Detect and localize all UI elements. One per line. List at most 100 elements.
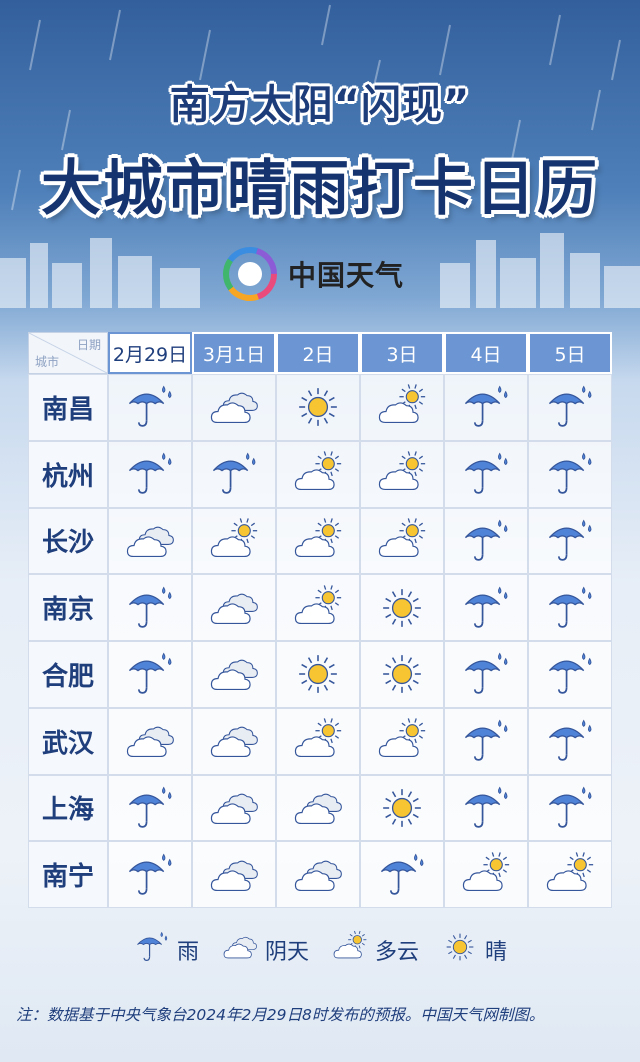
rain-icon bbox=[544, 517, 596, 565]
weather-cell bbox=[192, 374, 276, 441]
sunny-icon bbox=[441, 930, 479, 970]
overcast-icon bbox=[124, 717, 176, 765]
date-header: 4日 bbox=[444, 332, 528, 374]
overcast-icon bbox=[208, 717, 260, 765]
rain-icon bbox=[124, 383, 176, 431]
cloudy-icon bbox=[376, 450, 428, 498]
corner-label-city: 城市 bbox=[35, 355, 60, 369]
weather-cell bbox=[528, 374, 612, 441]
weather-cell bbox=[444, 707, 528, 775]
weather-calendar-table: 日期 城市 2月29日 3月1日 2日 3日 4日 5日 南昌 杭州 长沙 南京… bbox=[28, 332, 612, 908]
weather-cell bbox=[276, 440, 360, 508]
city-label: 合肥 bbox=[28, 641, 108, 708]
weather-cell bbox=[360, 574, 444, 641]
weather-cell bbox=[276, 641, 360, 708]
rain-icon bbox=[208, 450, 260, 498]
corner-label-date: 日期 bbox=[76, 338, 101, 352]
weather-cell bbox=[276, 374, 360, 441]
cloudy-icon bbox=[376, 717, 428, 765]
weather-cell bbox=[276, 774, 360, 842]
weather-cell bbox=[528, 641, 612, 708]
rain-icon bbox=[460, 650, 512, 698]
legend-item: 雨 bbox=[133, 930, 199, 970]
cloudy-icon bbox=[331, 930, 369, 970]
date-header: 3月1日 bbox=[192, 332, 276, 374]
rain-icon bbox=[124, 584, 176, 632]
legend-label: 阴天 bbox=[264, 940, 309, 965]
weather-cell bbox=[192, 507, 276, 575]
weather-cell bbox=[360, 841, 444, 908]
sunny-icon bbox=[292, 383, 344, 431]
weather-cell bbox=[276, 841, 360, 908]
weather-cell bbox=[192, 440, 276, 508]
weather-cell bbox=[444, 774, 528, 842]
rain-icon bbox=[124, 851, 176, 899]
weather-cell bbox=[444, 374, 528, 441]
date-header: 2月29日 bbox=[108, 332, 192, 374]
rain-icon bbox=[460, 717, 512, 765]
cloudy-icon bbox=[376, 383, 428, 431]
weather-cell bbox=[108, 841, 192, 908]
weather-cell bbox=[108, 507, 192, 575]
overcast-icon bbox=[208, 784, 260, 832]
rain-icon bbox=[460, 784, 512, 832]
weather-cell bbox=[192, 774, 276, 842]
weather-cell bbox=[108, 440, 192, 508]
weather-cell bbox=[528, 574, 612, 641]
weather-cell bbox=[528, 440, 612, 508]
weather-cell bbox=[528, 507, 612, 575]
rain-icon bbox=[124, 650, 176, 698]
rain-icon bbox=[544, 784, 596, 832]
table-corner: 日期 城市 bbox=[28, 332, 108, 374]
rain-icon bbox=[544, 584, 596, 632]
rain-icon bbox=[544, 450, 596, 498]
weather-cell bbox=[108, 374, 192, 441]
weather-cell bbox=[360, 374, 444, 441]
rain-icon bbox=[544, 717, 596, 765]
cloudy-icon bbox=[460, 851, 512, 899]
legend: 雨 阴天 多云 晴 bbox=[0, 930, 640, 970]
sunny-icon bbox=[376, 584, 428, 632]
weather-cell bbox=[360, 440, 444, 508]
weather-cell bbox=[528, 841, 612, 908]
city-label: 上海 bbox=[28, 774, 108, 842]
overcast-icon bbox=[208, 383, 260, 431]
date-header: 2日 bbox=[276, 332, 360, 374]
city-label: 南京 bbox=[28, 574, 108, 641]
cloudy-icon bbox=[544, 851, 596, 899]
cloudy-icon bbox=[292, 717, 344, 765]
weather-cell bbox=[108, 774, 192, 842]
city-label: 南昌 bbox=[28, 374, 108, 441]
weather-cell bbox=[444, 507, 528, 575]
weather-cell bbox=[528, 774, 612, 842]
weather-cell bbox=[276, 507, 360, 575]
sunny-icon bbox=[292, 650, 344, 698]
weather-cell bbox=[360, 507, 444, 575]
weather-cell bbox=[360, 641, 444, 708]
weather-cell bbox=[528, 707, 612, 775]
sunny-icon bbox=[376, 650, 428, 698]
weather-cell bbox=[276, 574, 360, 641]
legend-item: 多云 bbox=[331, 930, 419, 970]
overcast-icon bbox=[208, 851, 260, 899]
weather-cell bbox=[108, 641, 192, 708]
legend-label: 雨 bbox=[176, 940, 199, 965]
overcast-icon bbox=[124, 517, 176, 565]
legend-item: 晴 bbox=[441, 930, 507, 970]
weather-cell bbox=[192, 707, 276, 775]
legend-label: 多云 bbox=[375, 940, 420, 965]
cloudy-icon bbox=[292, 584, 344, 632]
footnote: 注：数据基于中央气象台2024年2月29日8时发布的预报。中国天气网制图。 bbox=[16, 1006, 545, 1024]
legend-label: 晴 bbox=[485, 940, 508, 965]
title-line-1: 南方太阳“闪现” bbox=[169, 82, 471, 128]
weather-cell bbox=[192, 641, 276, 708]
rain-icon bbox=[460, 517, 512, 565]
title-line-2: 大城市晴雨打卡日历 bbox=[41, 154, 599, 224]
weather-cell bbox=[192, 574, 276, 641]
swirl-logo-icon bbox=[223, 247, 277, 301]
city-label: 南宁 bbox=[28, 841, 108, 908]
weather-cell bbox=[276, 707, 360, 775]
rain-icon bbox=[544, 383, 596, 431]
cloudy-icon bbox=[376, 517, 428, 565]
cloudy-icon bbox=[292, 450, 344, 498]
